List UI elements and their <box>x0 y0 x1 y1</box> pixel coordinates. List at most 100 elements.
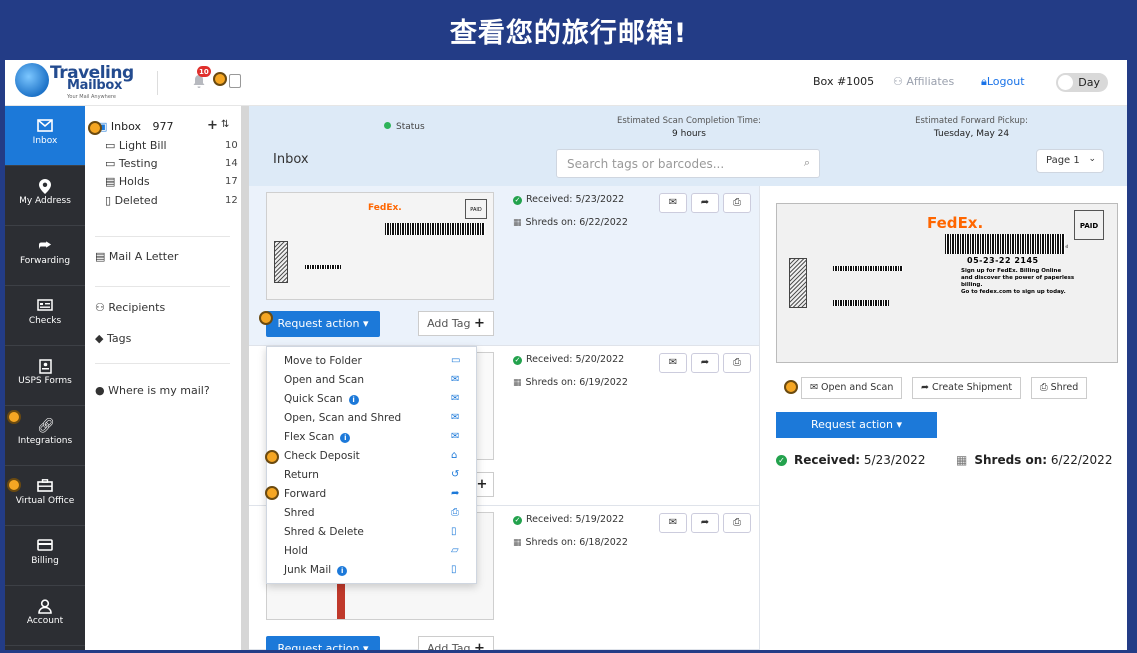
folder-testing[interactable]: ▭ Testing <box>105 157 158 170</box>
traveling-mailbox-logo[interactable]: Traveling Mailbox Your Mail Anywhere <box>15 63 135 103</box>
sidebar-item-virtual-office[interactable]: Virtual Office <box>5 466 85 526</box>
shred-icon-button[interactable]: ⎙ <box>723 353 751 373</box>
add-tag-label: Add Tag <box>427 642 471 650</box>
info-icon[interactable]: i <box>340 433 351 443</box>
affiliates-link[interactable]: ⚇ Affiliates <box>893 75 954 88</box>
folder-deleted[interactable]: ▯ Deleted <box>105 194 158 207</box>
page-select[interactable]: Page 1 ⌄ <box>1036 149 1104 173</box>
folder-holds[interactable]: ▤ Holds <box>105 175 150 188</box>
folder-scrollbar[interactable] <box>241 106 249 650</box>
forward-estimate-value: Tuesday, May 24 <box>933 129 1010 139</box>
add-tag-button[interactable]: Add Tag + <box>418 311 494 336</box>
sidebar-item-inbox[interactable]: Inbox <box>5 106 85 166</box>
share-arrow-icon: ➦ <box>700 357 710 368</box>
search-input[interactable]: Search tags or barcodes... ⌕ <box>556 149 820 178</box>
plus-icon: + <box>476 477 488 492</box>
page-title: Inbox <box>273 152 309 167</box>
fedex-logo: FedEx. <box>927 214 984 232</box>
folder-count: 17 <box>225 176 238 187</box>
info-icon[interactable]: i <box>337 566 348 576</box>
highlight-marker <box>259 311 273 325</box>
postage-paid-box: PAID <box>1074 210 1104 240</box>
add-folder-plus-icon[interactable]: + <box>207 118 218 133</box>
forward-icon-button[interactable]: ➦ <box>691 353 719 373</box>
mail-thumbnail[interactable]: FedEx. PAID <box>266 192 494 300</box>
sidebar-item-checks[interactable]: Checks <box>5 286 85 346</box>
folder-light-bill[interactable]: ▭ Light Bill <box>105 139 167 152</box>
forward-icon-button[interactable]: ➦ <box>691 193 719 213</box>
status-indicator: Status <box>384 122 425 132</box>
open-and-scan-button[interactable]: ✉ Open and Scan <box>801 377 903 399</box>
link-icon: 🔗︎ <box>37 418 55 434</box>
share-arrow-icon: ⮫ <box>38 238 52 254</box>
envelope-open-icon: ✉ <box>668 357 678 368</box>
page-select-value: Page 1 <box>1046 155 1080 166</box>
create-shipment-button[interactable]: ➦ Create Shipment <box>912 377 1022 399</box>
calculator-icon[interactable] <box>229 74 241 88</box>
menu-item-shred[interactable]: Shred <box>284 507 315 519</box>
button-label: Create Shipment <box>931 382 1013 393</box>
open-scan-icon-button[interactable]: ✉ <box>659 193 687 213</box>
shred-icon-button[interactable]: ⎙ <box>723 193 751 213</box>
sidebar-item-usps-forms[interactable]: USPS Forms <box>5 346 85 406</box>
menu-item-junk-mail[interactable]: Junk Mail i <box>284 564 348 576</box>
where-is-my-mail-link[interactable]: ● Where is my mail? <box>95 384 210 397</box>
folder-inbox[interactable]: ▣ Inbox 977 <box>97 120 174 133</box>
info-icon[interactable]: i <box>348 395 359 405</box>
folder-count: 14 <box>225 158 238 169</box>
folder-open-icon: ▱ <box>451 545 459 556</box>
folder-label: Holds <box>118 175 150 188</box>
menu-item-move-to-folder[interactable]: Move to Folder <box>284 355 362 367</box>
tags-link[interactable]: ◆ Tags <box>95 332 131 345</box>
sidebar-item-my-address[interactable]: My Address <box>5 166 85 226</box>
menu-item-check-deposit[interactable]: Check Deposit <box>284 450 360 462</box>
user-icon <box>37 599 53 614</box>
menu-item-shred-delete[interactable]: Shred & Delete <box>284 526 364 538</box>
open-scan-icon-button[interactable]: ✉ <box>659 353 687 373</box>
request-action-button[interactable]: Request action ▾ <box>266 311 380 337</box>
menu-item-forward[interactable]: Forward <box>284 488 326 500</box>
envelope-icon <box>37 119 53 133</box>
mail-item[interactable]: FedEx. PAID Received: 5/23/2022 Shreds o… <box>249 186 759 346</box>
forward-estimate-label: Estimated Forward Pickup: <box>915 116 1028 126</box>
sidebar-item-label: Account <box>26 616 64 626</box>
received-date: Received: 5/23/2022 <box>776 453 925 467</box>
sidebar-item-account[interactable]: Account <box>5 586 85 646</box>
barcode-graphic <box>305 265 341 269</box>
menu-item-open-and-scan[interactable]: Open and Scan <box>284 374 364 386</box>
add-tag-button[interactable]: Add Tag + <box>418 636 494 650</box>
sort-icon[interactable]: ⇅ <box>221 119 229 130</box>
recipients-link[interactable]: ⚇ Recipients <box>95 301 165 314</box>
check-icon <box>37 299 53 313</box>
request-action-button[interactable]: Request action ▾ <box>776 412 937 438</box>
forward-icon-button[interactable]: ➦ <box>691 513 719 533</box>
mail-preview-image[interactable]: FedEx. PAID Vonic Service Requested 05-2… <box>776 203 1118 363</box>
fedex-logo: FedEx. <box>368 203 402 213</box>
sidebar-item-label: My Address <box>19 196 71 206</box>
received-date: Received: 5/19/2022 <box>513 514 624 525</box>
shred-icon-button[interactable]: ⎙ <box>723 513 751 533</box>
button-label: Open and Scan <box>820 382 894 393</box>
sidebar-item-forwarding[interactable]: ⮫ Forwarding <box>5 226 85 286</box>
menu-item-hold[interactable]: Hold <box>284 545 308 557</box>
barcode-graphic <box>833 266 903 271</box>
logout-link[interactable]: 🔒︎Logout <box>981 75 1025 89</box>
shred-button[interactable]: ⎙ Shred <box>1031 377 1088 399</box>
menu-item-quick-scan[interactable]: Quick Scan i <box>284 393 359 405</box>
highlight-marker <box>7 478 21 492</box>
request-action-button[interactable]: Request action ▾ <box>266 636 380 650</box>
highlight-marker <box>265 486 279 500</box>
letter-icon: ▤ <box>95 250 109 263</box>
open-scan-icon-button[interactable]: ✉ <box>659 513 687 533</box>
folder-count: 12 <box>225 195 238 206</box>
menu-item-open-scan-shred[interactable]: Open, Scan and Shred <box>284 412 401 424</box>
mail-a-letter-link[interactable]: ▤ Mail A Letter <box>95 250 178 263</box>
day-night-toggle[interactable]: Day <box>1056 73 1108 92</box>
sidebar-item-billing[interactable]: Billing <box>5 526 85 586</box>
barcode-graphic <box>385 223 485 235</box>
divider <box>95 236 230 237</box>
menu-item-flex-scan[interactable]: Flex Scan i <box>284 431 351 443</box>
notification-bell[interactable]: 10 <box>193 66 211 88</box>
menu-item-return[interactable]: Return <box>284 469 319 481</box>
folder-panel: ▣ Inbox 977 + ⇅ ▭ Light Bill 10 ▭ Testin… <box>85 106 241 650</box>
